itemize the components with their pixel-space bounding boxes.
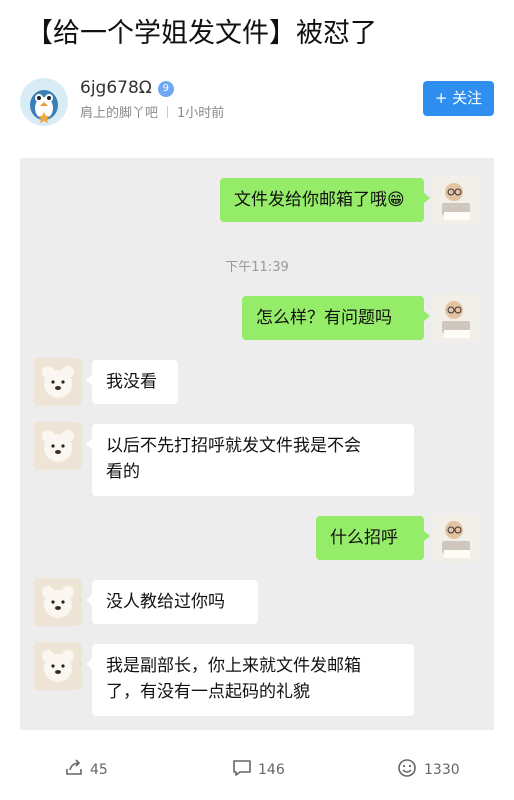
like-icon [398,759,416,777]
level-badge-icon: 9 [157,81,174,97]
bubble-line: 以后不先打招呼就发文件我是不会 [106,436,361,456]
receiver-avatar [34,422,82,470]
chat-bubble-received: 以后不先打招呼就发文件我是不会 看的 [86,424,414,496]
chat-bubble-received: 我是副部长，你上来就文件发邮箱 了，有没有一点起码的礼貌 [86,644,414,716]
teddy-bear-icon [34,642,82,690]
chat-bubble-received: 我没看 [86,360,178,404]
sender-avatar [432,294,480,342]
teddy-bear-icon [34,578,82,626]
bubble-line: 我是副部长，你上来就文件发邮箱 [106,656,361,676]
share-count: 45 [90,762,108,778]
chat-bubble-sent: 怎么样？有问题吗 [242,296,430,340]
author-name-text[interactable]: 6jg678Ω [80,78,152,98]
share-icon [66,759,82,775]
comment-count: 146 [258,762,285,778]
author-name[interactable]: 6jg678Ω 9 [80,76,174,100]
author-avatar[interactable] [20,78,68,126]
meta-divider [167,106,169,118]
reading-child-icon [432,176,480,224]
reading-child-icon [432,294,480,342]
post-time: 1小时前 [177,106,225,121]
sender-avatar [432,176,480,224]
bubble-line: 看的 [106,462,140,482]
receiver-avatar [34,358,82,406]
chat-bubble-received: 没人教给过你吗 [86,580,258,624]
post-title: 【给一个学姐发文件】被怼了 [26,18,377,49]
like-count: 1330 [424,762,460,778]
teddy-bear-icon [34,358,82,406]
like-action[interactable]: 1330 [396,758,460,781]
sender-avatar [432,514,480,562]
teddy-bear-icon [34,422,82,470]
penguin-avatar-icon [20,78,68,126]
follow-button[interactable]: + 关注 [423,81,494,116]
comment-action[interactable]: 146 [232,758,285,781]
share-action[interactable]: 45 [64,758,108,781]
author-row: 6jg678Ω 9 肩上的脚丫吧 1小时前 + 关注 [20,76,494,130]
post-meta: 肩上的脚丫吧 1小时前 [80,104,224,124]
forum-name[interactable]: 肩上的脚丫吧 [80,106,158,121]
chat-screenshot: 文件发给你邮箱了哦😁 下午11:39 怎么样？有问题吗 我没看 以后不先打招呼就… [20,158,494,730]
bubble-line: 了，有没有一点起码的礼貌 [106,682,310,702]
receiver-avatar [34,642,82,690]
post-action-bar: 45 146 1330 [0,748,514,792]
chat-timestamp: 下午11:39 [225,260,289,275]
reading-child-icon [432,514,480,562]
chat-bubble-sent: 文件发给你邮箱了哦😁 [220,178,430,222]
receiver-avatar [34,578,82,626]
comment-icon [233,760,251,776]
chat-bubble-sent: 什么招呼 [316,516,430,560]
